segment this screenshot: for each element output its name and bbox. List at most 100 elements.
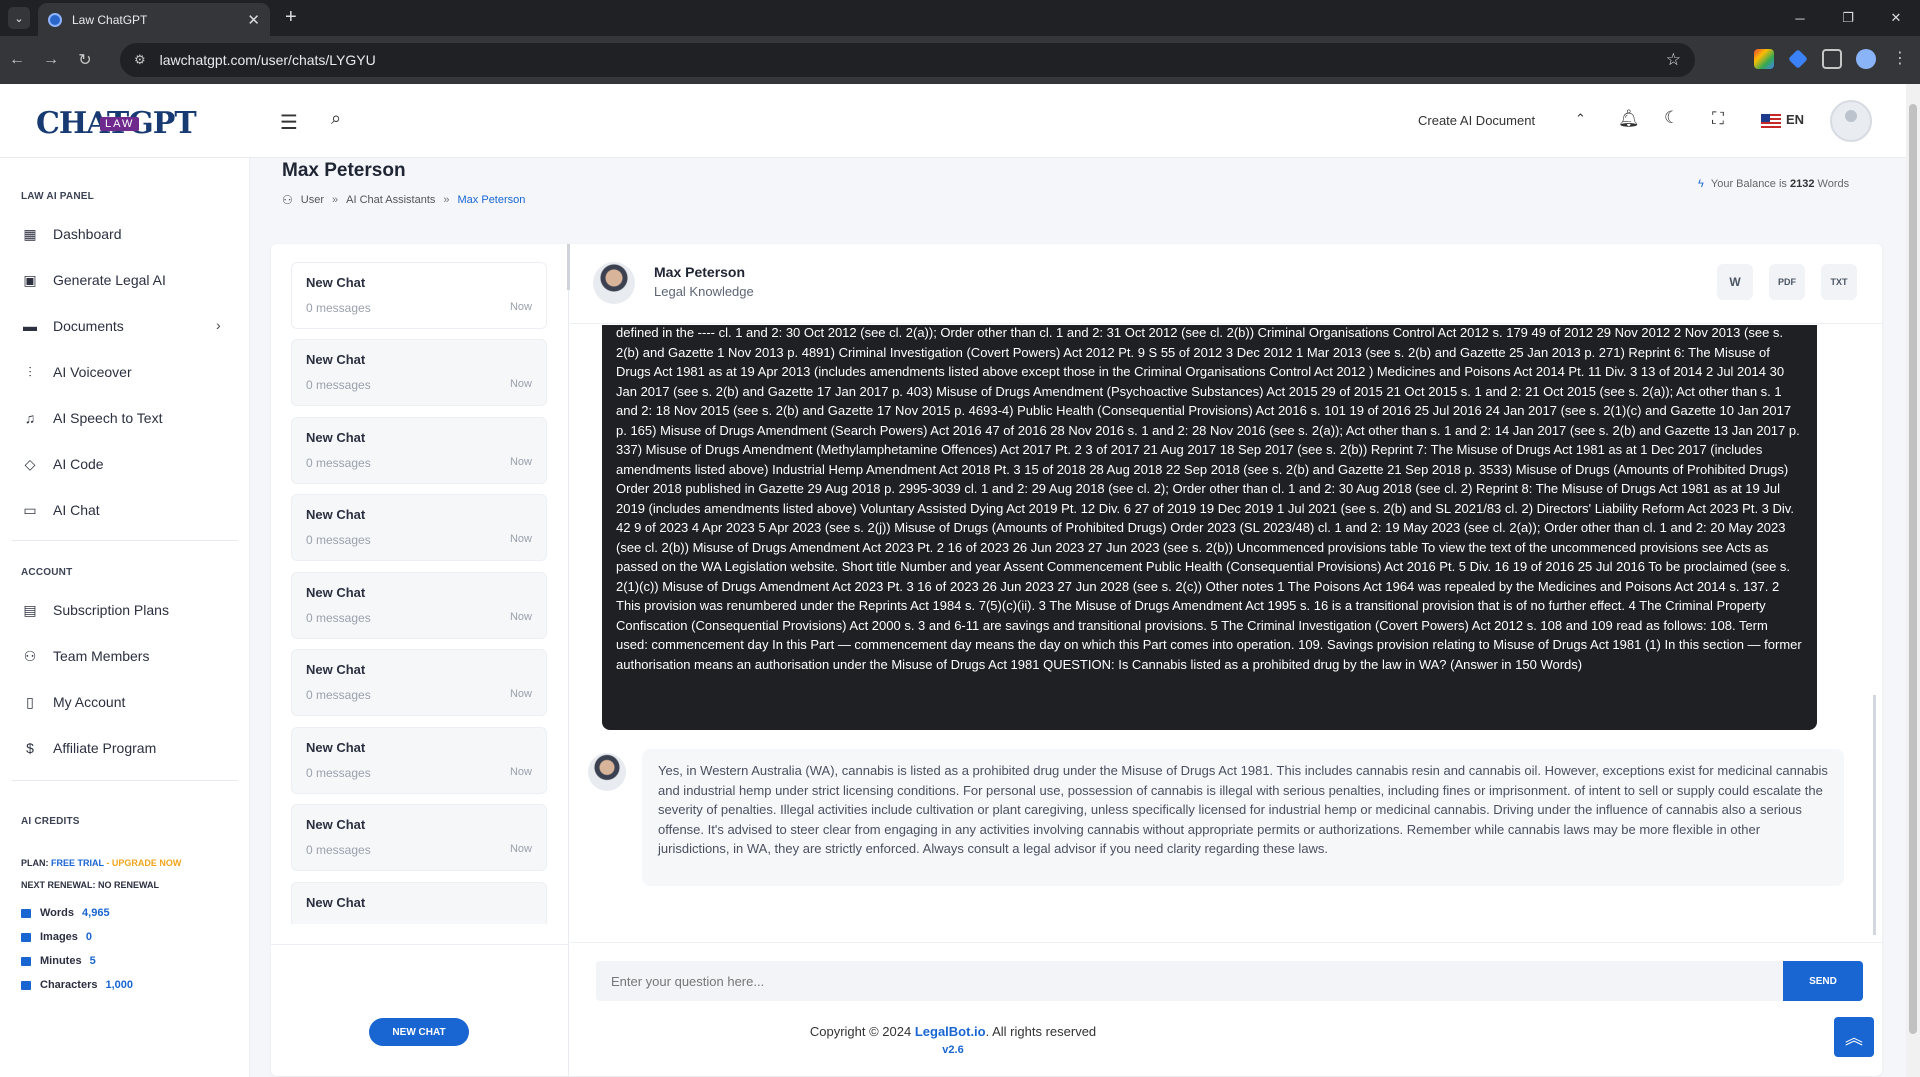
page-scrollbar[interactable] bbox=[1906, 84, 1920, 1077]
close-window-icon[interactable]: ✕ bbox=[1872, 0, 1920, 36]
list-item[interactable]: New Chat 0 messages Now bbox=[291, 262, 547, 329]
sidebar-item-documents[interactable]: ▬ Documents bbox=[21, 314, 124, 338]
list-item[interactable]: New Chat 0 messages Now bbox=[291, 494, 547, 561]
sidebar-item-affiliate-program[interactable]: $ Affiliate Program bbox=[21, 736, 156, 760]
list-item[interactable]: New Chat 0 messages Now bbox=[291, 339, 547, 406]
list-item[interactable]: New Chat 0 messages Now bbox=[291, 727, 547, 794]
forward-icon[interactable]: → bbox=[34, 51, 68, 69]
us-flag-icon[interactable] bbox=[1761, 114, 1781, 128]
sidebar-divider bbox=[12, 780, 238, 781]
folder-icon: ▬ bbox=[23, 318, 37, 334]
breadcrumb-user[interactable]: User bbox=[301, 194, 324, 206]
sidebar-divider bbox=[12, 540, 238, 541]
extension-icon[interactable] bbox=[1754, 49, 1774, 69]
browser-menu-icon[interactable]: ⋮ bbox=[1890, 49, 1910, 69]
footer-copyright: Copyright © 2024 LegalBot.io. All rights… bbox=[0, 1024, 1906, 1039]
tab-close-icon[interactable]: ✕ bbox=[247, 11, 260, 29]
credit-label: Images bbox=[40, 931, 78, 943]
page-title: Max Peterson bbox=[282, 160, 406, 181]
download-word-button[interactable]: W bbox=[1717, 264, 1753, 300]
breadcrumb-current: Max Peterson bbox=[457, 194, 526, 206]
team-icon: ⚇ bbox=[23, 647, 37, 664]
bell-icon[interactable]: 🔔︎ bbox=[1618, 109, 1640, 129]
sidebar-item-subscription-plans[interactable]: ▤ Subscription Plans bbox=[21, 598, 169, 622]
list-item[interactable]: New Chat bbox=[291, 882, 547, 924]
profile-icon[interactable] bbox=[1856, 49, 1876, 69]
conversation-header: Max Peterson Legal Knowledge W PDF TXT bbox=[570, 244, 1882, 324]
logo[interactable]: CHATGPT LAW bbox=[36, 106, 197, 141]
extensions-puzzle-icon[interactable] bbox=[1822, 49, 1842, 69]
credit-value: 1,000 bbox=[105, 979, 134, 991]
chat-time: Now bbox=[509, 688, 532, 700]
window-controls: ─ ❐ ✕ bbox=[1776, 0, 1920, 36]
breadcrumb-ai-chat-assistants[interactable]: AI Chat Assistants bbox=[346, 194, 435, 206]
list-item[interactable]: New Chat 0 messages Now bbox=[291, 649, 547, 716]
breadcrumb-separator: » bbox=[443, 194, 450, 206]
bookmark-star-icon[interactable]: ☆ bbox=[1666, 50, 1681, 70]
extension-icon[interactable] bbox=[1788, 49, 1808, 69]
chat-name: New Chat bbox=[306, 585, 366, 600]
sidebar-item-team-members[interactable]: ⚇ Team Members bbox=[21, 644, 150, 668]
credit-label: Words bbox=[40, 907, 75, 919]
sidebar-item-label: Documents bbox=[53, 318, 124, 334]
reload-icon[interactable]: ↻ bbox=[68, 50, 102, 70]
chat-name: New Chat bbox=[306, 352, 366, 367]
download-pdf-button[interactable]: PDF bbox=[1769, 264, 1805, 300]
back-icon[interactable]: ← bbox=[0, 51, 34, 69]
sidebar-item-label: Generate Legal AI bbox=[53, 272, 166, 288]
sidebar-item-dashboard[interactable]: ▦ Dashboard bbox=[21, 222, 121, 246]
balance-suffix: Words bbox=[1817, 178, 1850, 190]
credit-words: Words 4,965 bbox=[21, 907, 110, 919]
sidebar-item-label: Affiliate Program bbox=[53, 740, 157, 756]
conversation-panel: Max Peterson Legal Knowledge W PDF TXT d… bbox=[570, 244, 1882, 1076]
credit-icon bbox=[21, 908, 31, 918]
sidebar-item-ai-voiceover[interactable]: ⫶ AI Voiceover bbox=[21, 360, 131, 384]
page: CHATGPT LAW ☰ ⌕ Create AI Document ⌃ 🔔︎ … bbox=[0, 84, 1906, 1077]
restore-icon[interactable]: ❐ bbox=[1824, 0, 1872, 36]
question-input[interactable] bbox=[596, 961, 1783, 1001]
sidebar-item-generate-legal-ai[interactable]: ▣ Generate Legal AI bbox=[21, 268, 166, 292]
user-message: defined in the ---- cl. 1 and 2: 30 Oct … bbox=[602, 325, 1817, 730]
app-topbar: CHATGPT LAW ☰ ⌕ Create AI Document ⌃ 🔔︎ … bbox=[0, 84, 1906, 158]
brand-link[interactable]: LegalBot.io bbox=[915, 1024, 986, 1039]
sidebar-item-my-account[interactable]: ▯ My Account bbox=[21, 690, 125, 714]
balance-prefix: Your Balance is bbox=[1710, 178, 1787, 190]
minimize-icon[interactable]: ─ bbox=[1776, 0, 1824, 36]
copyright-prefix: Copyright © 2024 bbox=[809, 1024, 912, 1039]
scroll-to-top-button[interactable]: ︽ bbox=[1834, 1017, 1874, 1057]
copyright-suffix: . All rights reserved bbox=[985, 1024, 1097, 1039]
page-scrollbar-thumb[interactable] bbox=[1909, 104, 1917, 1034]
create-ai-document-link[interactable]: Create AI Document bbox=[1418, 113, 1535, 128]
download-txt-button[interactable]: TXT bbox=[1821, 264, 1857, 300]
credit-characters: Characters 1,000 bbox=[21, 979, 133, 991]
tab-search-icon[interactable]: ⌄ bbox=[8, 7, 30, 29]
sidebar-item-ai-speech-to-text[interactable]: ♫ AI Speech to Text bbox=[21, 406, 163, 430]
credit-value: 4,965 bbox=[82, 907, 110, 919]
chevron-right-icon[interactable]: › bbox=[216, 317, 221, 333]
hamburger-menu-icon[interactable]: ☰ bbox=[280, 110, 298, 135]
messages-scrollbar[interactable] bbox=[1873, 695, 1876, 935]
fullscreen-icon[interactable]: ⛶ bbox=[1712, 109, 1724, 129]
language-selector[interactable]: EN bbox=[1786, 112, 1804, 127]
chat-name: New Chat bbox=[306, 507, 366, 522]
browser-tab[interactable]: Law ChatGPT ✕ bbox=[38, 3, 270, 36]
sidebar-item-ai-code[interactable]: ◇ AI Code bbox=[21, 452, 104, 476]
search-icon[interactable]: ⌕ bbox=[331, 108, 341, 129]
send-button[interactable]: SEND bbox=[1783, 961, 1863, 1001]
list-item[interactable]: New Chat 0 messages Now bbox=[291, 572, 547, 639]
list-item[interactable]: New Chat 0 messages Now bbox=[291, 417, 547, 484]
list-item[interactable]: New Chat 0 messages Now bbox=[291, 804, 547, 871]
app-version: v2.6 bbox=[942, 1044, 964, 1056]
chat-time: Now bbox=[509, 456, 532, 468]
chevron-up-icon[interactable]: ⌃ bbox=[1575, 111, 1586, 127]
url-text: lawchatgpt.com/user/chats/LYGYU bbox=[159, 52, 376, 68]
user-avatar[interactable] bbox=[1830, 100, 1872, 142]
address-bar[interactable]: ⚙ lawchatgpt.com/user/chats/LYGYU ☆ bbox=[120, 43, 1695, 77]
sidebar-item-ai-chat[interactable]: ▭ AI Chat bbox=[21, 498, 99, 522]
chat-name: New Chat bbox=[306, 740, 366, 755]
waveform-icon: ⫶ bbox=[28, 363, 32, 380]
new-tab-icon[interactable]: + bbox=[285, 6, 297, 29]
moon-icon[interactable]: ☾ bbox=[1664, 108, 1679, 128]
upgrade-now-link[interactable]: UPGRADE NOW bbox=[112, 858, 182, 868]
site-info-icon[interactable]: ⚙ bbox=[134, 52, 146, 68]
